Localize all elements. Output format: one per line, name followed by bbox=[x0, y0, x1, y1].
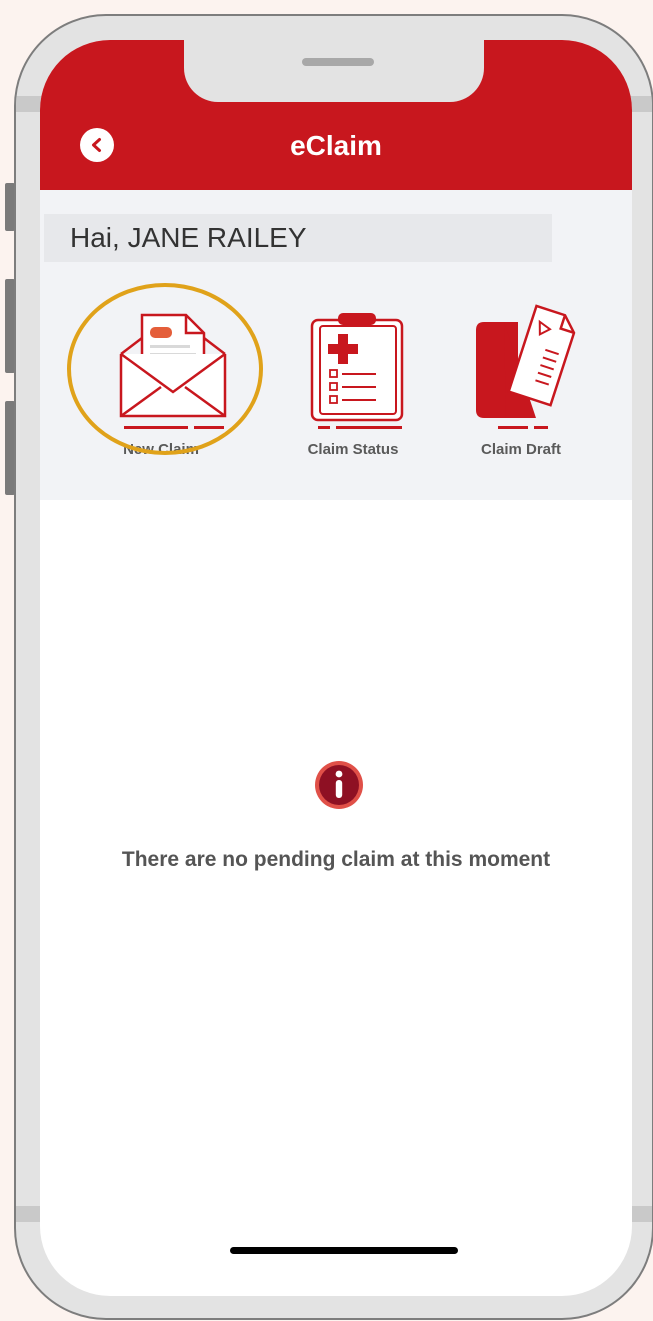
menu-panel: Hai, JANE RAILEY New Claim Claim Status … bbox=[40, 190, 632, 500]
empty-state-message: There are no pending claim at this momen… bbox=[121, 848, 551, 871]
speaker-grille bbox=[302, 58, 374, 66]
home-indicator[interactable] bbox=[230, 1247, 458, 1254]
app-header: eClaim bbox=[40, 40, 632, 190]
claim-draft-label: Claim Draft bbox=[480, 441, 562, 458]
greeting-text: Hai, JANE RAILEY bbox=[44, 214, 552, 262]
phone-notch bbox=[184, 40, 484, 102]
claim-status-button[interactable]: Claim Status bbox=[278, 290, 428, 460]
app-screen: eClaim Hai, JANE RAILEY New Claim Claim … bbox=[40, 40, 632, 1296]
draft-documents-icon bbox=[476, 304, 576, 429]
page-title: eClaim bbox=[290, 130, 382, 161]
claim-status-label: Claim Status bbox=[307, 441, 399, 458]
new-claim-button[interactable]: New Claim bbox=[86, 290, 236, 460]
info-icon bbox=[315, 761, 363, 809]
new-claim-label: New Claim bbox=[123, 441, 199, 458]
page-background: eClaim Hai, JANE RAILEY New Claim Claim … bbox=[0, 0, 653, 1321]
claim-draft-button[interactable]: Claim Draft bbox=[446, 290, 596, 460]
envelope-document-icon bbox=[119, 313, 227, 429]
clipboard-medical-icon bbox=[310, 313, 404, 429]
phone-frame: eClaim Hai, JANE RAILEY New Claim Claim … bbox=[14, 14, 653, 1320]
